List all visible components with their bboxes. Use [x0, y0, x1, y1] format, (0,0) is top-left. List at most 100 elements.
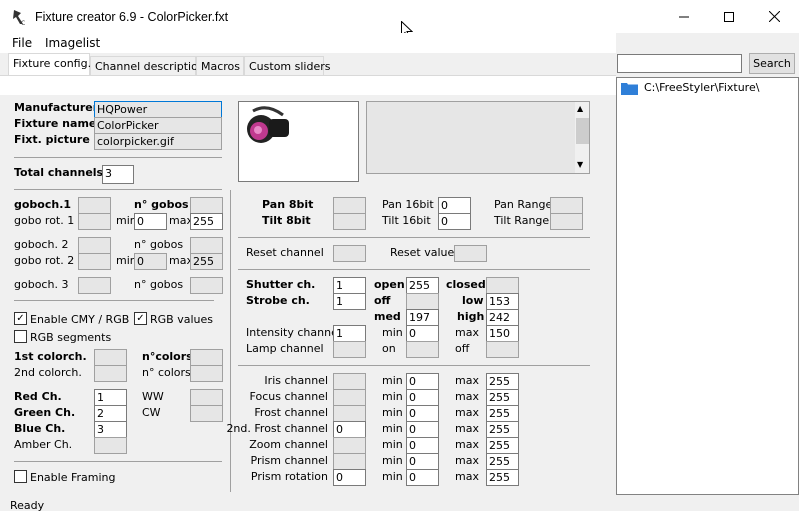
description-box[interactable] [366, 101, 590, 174]
ww-input[interactable] [190, 389, 223, 406]
open-input[interactable]: 255 [406, 277, 439, 294]
folder-icon [621, 83, 638, 95]
shutter-input[interactable]: 1 [333, 277, 366, 294]
tilt-16bit-input[interactable]: 0 [438, 213, 471, 230]
tilt-range-input[interactable] [550, 213, 583, 230]
rgb-segments-checkbox[interactable] [14, 330, 27, 343]
divider [238, 269, 590, 270]
fixture-picture-input[interactable]: colorpicker.gif [94, 133, 222, 150]
scroll-down-icon[interactable]: ▼ [577, 160, 583, 169]
fixture-folder-tree[interactable] [616, 77, 799, 495]
tilt-8bit-input[interactable] [333, 213, 366, 230]
tab-custom-sliders[interactable]: Custom sliders [244, 56, 331, 76]
pan-16bit-input[interactable]: 0 [438, 197, 471, 214]
red-ch-label: Red Ch. [14, 390, 62, 403]
gobo-ch2-input[interactable] [78, 237, 111, 254]
search-input[interactable] [617, 54, 742, 73]
closed-input[interactable] [486, 277, 519, 294]
blue-ch-input[interactable]: 3 [94, 421, 127, 438]
intensity-input[interactable]: 1 [333, 325, 366, 342]
channel-max-input[interactable]: 255 [486, 405, 519, 422]
red-ch-input[interactable]: 1 [94, 389, 127, 406]
ncolors-input[interactable] [190, 349, 223, 366]
channel-min-input[interactable]: 0 [406, 405, 439, 422]
close-button[interactable] [751, 0, 797, 33]
menu-imagelist[interactable]: Imagelist [45, 36, 100, 50]
lamp-off-input[interactable] [486, 341, 519, 358]
n-gobos3-input[interactable] [190, 277, 223, 294]
channel-label: 2nd. Frost channel [226, 422, 328, 435]
search-button[interactable]: Search [749, 53, 795, 74]
scroll-thumb[interactable] [576, 118, 589, 144]
minimize-button[interactable] [661, 0, 707, 33]
enable-framing-checkbox[interactable] [14, 470, 27, 483]
channel-input[interactable] [333, 389, 366, 406]
scroll-up-icon[interactable]: ▲ [577, 104, 583, 113]
channel-input[interactable] [333, 405, 366, 422]
n-gobos-input[interactable] [190, 197, 223, 214]
low-input[interactable]: 153 [486, 293, 519, 310]
tab-macros[interactable]: Macros [196, 56, 244, 76]
channel-max-input[interactable]: 255 [486, 469, 519, 486]
n-gobos2-input[interactable] [190, 237, 223, 254]
folder-path[interactable]: C:\FreeStyler\Fixture\ [644, 81, 759, 94]
fixture-name-input[interactable]: ColorPicker [94, 117, 222, 134]
gobo-rot1-min-input[interactable]: 0 [134, 213, 167, 230]
high-input[interactable]: 242 [486, 309, 519, 326]
channel-max-label: max [455, 406, 479, 419]
second-colorch-input[interactable] [94, 365, 127, 382]
gobo-rot1-max-input[interactable]: 255 [190, 213, 223, 230]
gobo-rot2-input[interactable] [78, 253, 111, 270]
channel-input[interactable]: 0 [333, 421, 366, 438]
intensity-min-input[interactable]: 0 [406, 325, 439, 342]
channel-input[interactable] [333, 453, 366, 470]
cw-input[interactable] [190, 405, 223, 422]
total-channels-input[interactable]: 3 [102, 165, 134, 184]
off-input[interactable] [406, 293, 439, 310]
gobo-rot1-input[interactable] [78, 213, 111, 230]
channel-min-input[interactable]: 0 [406, 373, 439, 390]
channel-min-input[interactable]: 0 [406, 389, 439, 406]
channel-max-label: max [455, 390, 479, 403]
gobo-rot2-min-input[interactable]: 0 [134, 253, 167, 270]
lamp-on-input[interactable] [406, 341, 439, 358]
channel-min-input[interactable]: 0 [406, 421, 439, 438]
lamp-input[interactable] [333, 341, 366, 358]
pan-8bit-label: Pan 8bit [262, 198, 314, 211]
strobe-input[interactable]: 1 [333, 293, 366, 310]
gobo-rot2-max-input[interactable]: 255 [190, 253, 223, 270]
channel-min-input[interactable]: 0 [406, 453, 439, 470]
gobo-ch1-input[interactable] [78, 197, 111, 214]
med-input[interactable]: 197 [406, 309, 439, 326]
manufacturer-input[interactable]: HQPower [94, 101, 222, 118]
pan-range-input[interactable] [550, 197, 583, 214]
tab-channel-description[interactable]: Channel description [90, 56, 205, 76]
channel-min-input[interactable]: 0 [406, 469, 439, 486]
rgb-values-checkbox[interactable]: ✓ [134, 312, 147, 325]
channel-max-input[interactable]: 255 [486, 437, 519, 454]
channel-max-input[interactable]: 255 [486, 421, 519, 438]
reset-channel-input[interactable] [333, 245, 366, 262]
channel-input[interactable] [333, 373, 366, 390]
intensity-max-input[interactable]: 150 [486, 325, 519, 342]
channel-max-input[interactable]: 255 [486, 453, 519, 470]
tab-fixture-config[interactable]: Fixture config. [8, 53, 91, 76]
tilt-16bit-label: Tilt 16bit [382, 214, 431, 227]
ncolors2-input[interactable] [190, 365, 223, 382]
green-ch-input[interactable]: 2 [94, 405, 127, 422]
channel-min-input[interactable]: 0 [406, 437, 439, 454]
gobo-ch3-input[interactable] [78, 277, 111, 294]
maximize-button[interactable] [706, 0, 752, 33]
channel-max-input[interactable]: 255 [486, 373, 519, 390]
channel-input[interactable] [333, 437, 366, 454]
status-bar [0, 495, 799, 511]
channel-input[interactable]: 0 [333, 469, 366, 486]
tilt-range-label: Tilt Range [494, 214, 550, 227]
amber-ch-input[interactable] [94, 437, 127, 454]
menu-file[interactable]: File [12, 36, 32, 50]
pan-8bit-input[interactable] [333, 197, 366, 214]
reset-value-input[interactable] [454, 245, 487, 262]
channel-max-input[interactable]: 255 [486, 389, 519, 406]
first-colorch-input[interactable] [94, 349, 127, 366]
enable-cmy-checkbox[interactable]: ✓ [14, 312, 27, 325]
